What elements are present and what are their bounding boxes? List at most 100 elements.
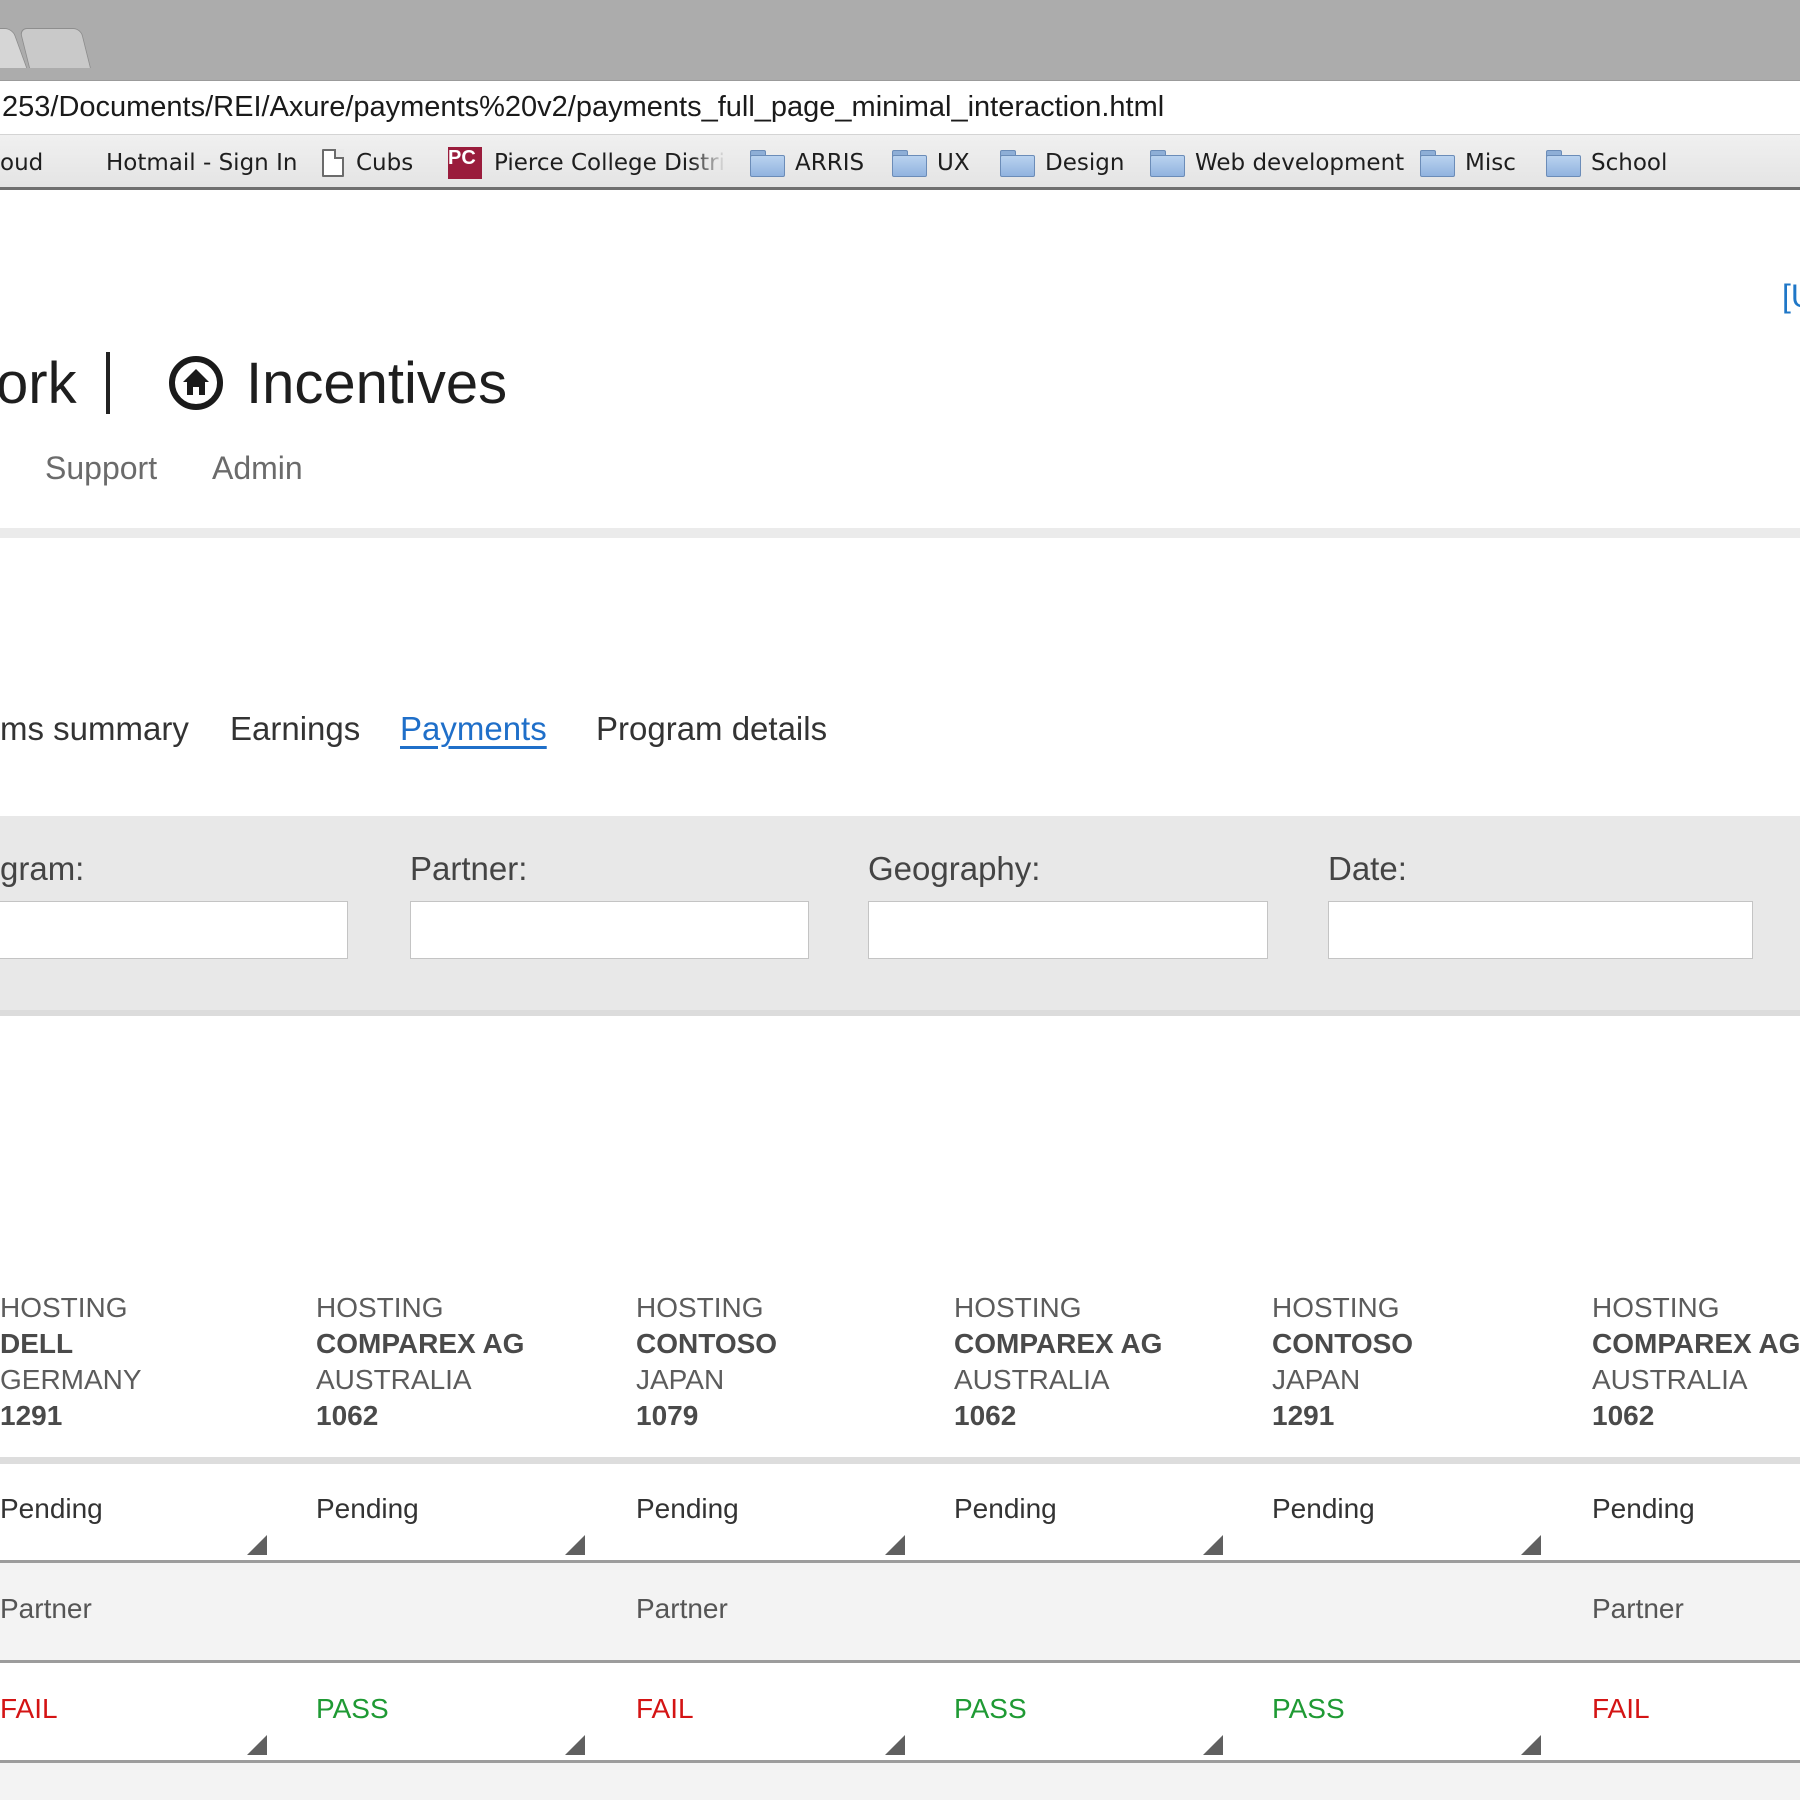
resize-grip-icon[interactable]	[1521, 1735, 1541, 1755]
resize-grip-icon[interactable]	[565, 1535, 585, 1555]
status-cell[interactable]: Pending	[316, 1493, 419, 1525]
bookmark-label: Design	[1045, 149, 1125, 176]
date-filter-input[interactable]	[1328, 901, 1753, 959]
status-cell[interactable]: Pending	[1592, 1493, 1695, 1525]
program-filter-input[interactable]	[0, 901, 348, 959]
program-name: HOSTING	[0, 1292, 128, 1323]
type-row-band	[0, 1563, 1800, 1660]
url-text[interactable]: 253/Documents/REI/Axure/payments%20v2/pa…	[2, 91, 1164, 124]
grid-row-rule	[0, 1560, 1800, 1563]
new-tab-button[interactable]	[19, 28, 91, 68]
partner-name: DELL	[0, 1328, 74, 1359]
resize-grip-icon[interactable]	[885, 1735, 905, 1755]
resize-grip-icon[interactable]	[1203, 1735, 1223, 1755]
partner-filter-input[interactable]	[410, 901, 809, 959]
payment-column-header[interactable]: HOSTING COMPAREX AG AUSTRALIA 1062	[954, 1290, 1254, 1434]
bookmark-icloud[interactable]: oud	[0, 135, 43, 190]
result-cell[interactable]: PASS	[954, 1693, 1027, 1725]
partner-name: COMPAREX AG	[954, 1328, 1163, 1359]
pierce-college-icon: PC	[448, 146, 482, 179]
resize-grip-icon[interactable]	[565, 1735, 585, 1755]
bookmark-pierce-college[interactable]: PC Pierce College Distric	[448, 135, 726, 190]
result-cell[interactable]: PASS	[316, 1693, 389, 1725]
status-cell[interactable]: Pending	[954, 1493, 1057, 1525]
status-cell[interactable]: Pending	[636, 1493, 739, 1525]
bookmark-ux[interactable]: UX	[892, 135, 970, 190]
geography-name: JAPAN	[1272, 1364, 1361, 1395]
geography-name: GERMANY	[0, 1364, 142, 1395]
payment-column-header[interactable]: HOSTING DELL GERMANY 1291	[0, 1290, 300, 1434]
payment-column-header[interactable]: HOSTING CONTOSO JAPAN 1291	[1272, 1290, 1572, 1434]
payment-column-header[interactable]: HOSTING CONTOSO JAPAN 1079	[636, 1290, 936, 1434]
bookmark-design[interactable]: Design	[1000, 135, 1124, 190]
program-name: HOSTING	[1592, 1292, 1720, 1323]
folder-icon	[750, 150, 785, 177]
folder-icon	[892, 150, 927, 177]
grid-row-rule	[0, 1660, 1800, 1663]
geography-filter-input[interactable]	[868, 901, 1268, 959]
next-row-band	[0, 1763, 1800, 1800]
date-filter-label: Date:	[1328, 850, 1407, 887]
bookmark-misc[interactable]: Misc	[1420, 135, 1516, 190]
home-circle-icon[interactable]	[168, 355, 224, 411]
bookmark-web-development[interactable]: Web development	[1150, 135, 1404, 190]
folder-icon	[1546, 150, 1581, 177]
tab-payments[interactable]: Payments	[400, 710, 547, 748]
nav-admin[interactable]: Admin	[212, 450, 303, 487]
resize-grip-icon[interactable]	[1521, 1535, 1541, 1555]
status-cell[interactable]: Pending	[0, 1493, 103, 1525]
resize-grip-icon[interactable]	[247, 1735, 267, 1755]
partner-name: COMPAREX AG	[316, 1328, 525, 1359]
payment-id: 1079	[636, 1400, 699, 1431]
bookmark-label: ARRIS	[795, 149, 865, 176]
bookmark-label: Misc	[1465, 149, 1516, 176]
result-cell[interactable]: FAIL	[636, 1693, 694, 1725]
brand-prefix: ork	[0, 351, 77, 416]
partner-name: COMPAREX AG	[1592, 1328, 1800, 1359]
type-cell: Partner	[0, 1593, 92, 1624]
brand-separator	[106, 352, 110, 414]
bookmark-label: School	[1591, 149, 1668, 176]
address-bar[interactable]: 253/Documents/REI/Axure/payments%20v2/pa…	[0, 80, 1800, 135]
partner-name: CONTOSO	[636, 1328, 778, 1359]
bookmark-school[interactable]: School	[1546, 135, 1667, 190]
program-filter-label: gram:	[0, 850, 85, 887]
tab-programs-summary[interactable]: ms summary	[0, 710, 189, 748]
status-cell[interactable]: Pending	[1272, 1493, 1375, 1525]
payment-id: 1291	[0, 1400, 63, 1431]
bookmark-arris[interactable]: ARRIS	[750, 135, 864, 190]
resize-grip-icon[interactable]	[247, 1535, 267, 1555]
geography-name: JAPAN	[636, 1364, 725, 1395]
payment-id: 1062	[954, 1400, 1017, 1431]
tab-earnings[interactable]: Earnings	[230, 710, 360, 748]
payment-column-header[interactable]: HOSTING COMPAREX AG AUSTRALIA 1062	[1592, 1290, 1800, 1434]
grid-header-rule	[0, 1457, 1800, 1464]
nav-support[interactable]: Support	[45, 450, 157, 487]
result-cell[interactable]: PASS	[1272, 1693, 1345, 1725]
header-divider	[0, 528, 1800, 538]
microsoft-logo-icon	[62, 147, 94, 179]
bookmark-label: Hotmail - Sign In	[106, 149, 298, 176]
program-name: HOSTING	[1272, 1292, 1400, 1323]
payment-column-header[interactable]: HOSTING COMPAREX AG AUSTRALIA 1062	[316, 1290, 616, 1434]
program-name: HOSTING	[316, 1292, 444, 1323]
bookmark-cubs[interactable]: Cubs	[322, 135, 413, 190]
tab-program-details[interactable]: Program details	[596, 710, 827, 748]
program-name: HOSTING	[636, 1292, 764, 1323]
bookmark-hotmail[interactable]: Hotmail - Sign In	[62, 135, 297, 190]
page-icon	[322, 148, 344, 177]
result-cell[interactable]: FAIL	[0, 1693, 58, 1725]
result-cell[interactable]: FAIL	[1592, 1693, 1650, 1725]
user-link[interactable]: [U	[1782, 278, 1800, 315]
payment-id: 1291	[1272, 1400, 1335, 1431]
type-cell: Partner	[636, 1593, 728, 1624]
resize-grip-icon[interactable]	[885, 1535, 905, 1555]
bookmarks-bar: oud Hotmail - Sign In Cubs PC Pierce Col…	[0, 135, 1800, 190]
geography-filter-label: Geography:	[868, 850, 1041, 887]
program-name: HOSTING	[954, 1292, 1082, 1323]
folder-icon	[1000, 150, 1035, 177]
brand-title[interactable]: Incentives	[246, 350, 507, 418]
bookmark-label: UX	[937, 149, 970, 176]
resize-grip-icon[interactable]	[1203, 1535, 1223, 1555]
browser-tab-strip	[0, 0, 1800, 80]
